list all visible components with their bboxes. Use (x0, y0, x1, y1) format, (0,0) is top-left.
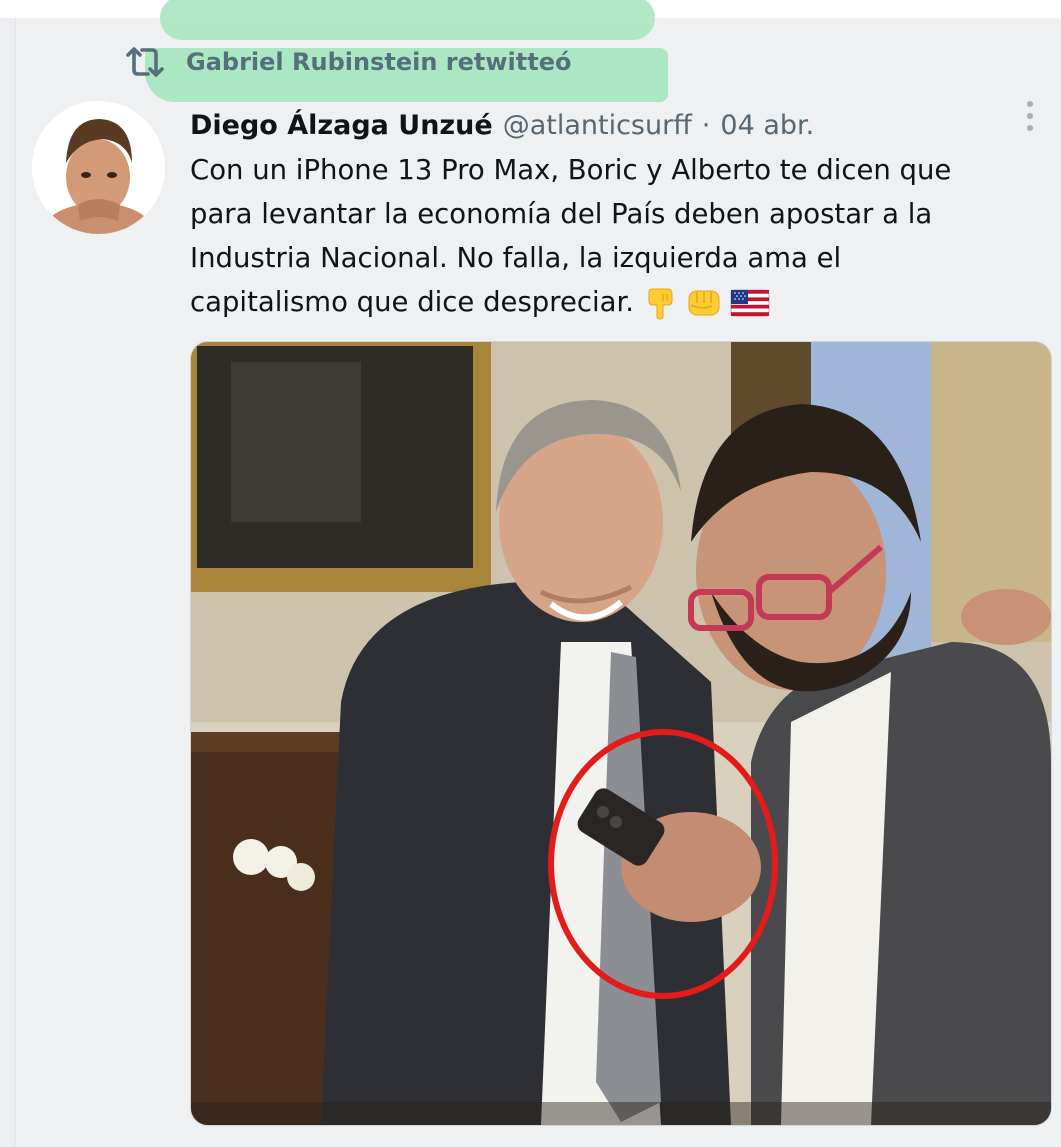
tweet-media-photo[interactable] (190, 341, 1052, 1126)
highlight-marker-top (160, 0, 655, 40)
tweet-text-line: Industria Nacional. No falla, la izquier… (190, 242, 842, 274)
author-handle[interactable]: @atlanticsurff (503, 110, 692, 141)
avatar[interactable] (32, 101, 165, 234)
oncoming-fist-emoji-icon (688, 290, 720, 316)
tweet-date[interactable]: 04 abr. (720, 110, 814, 141)
tweet-text-line: para levantar la economía del País deben… (190, 198, 933, 230)
author-name[interactable]: Diego Álzaga Unzué (190, 110, 493, 141)
tweet-text-line: Con un iPhone 13 Pro Max, Boric y Albert… (190, 154, 952, 186)
avatar-image (32, 101, 165, 234)
tweet-text-line: capitalismo que dice despreciar. (190, 286, 635, 318)
us-flag-emoji-icon (730, 289, 770, 317)
retweet-context[interactable]: Gabriel Rubinstein retwitteó (124, 42, 571, 82)
pointing-down-emoji-icon (648, 288, 673, 320)
tweet-header: Diego Álzaga Unzué @atlanticsurff · 04 a… (190, 105, 814, 145)
photo-illustration (191, 342, 1051, 1125)
tweet-text-last-line: capitalismo que dice despreciar. (190, 280, 1040, 324)
tweet-text: Con un iPhone 13 Pro Max, Boric y Albert… (190, 148, 1040, 324)
more-vertical-icon[interactable] (1021, 99, 1039, 137)
header-separator: · (701, 109, 711, 141)
retweet-label[interactable]: Gabriel Rubinstein retwitteó (186, 48, 571, 76)
retweet-icon (126, 47, 164, 77)
